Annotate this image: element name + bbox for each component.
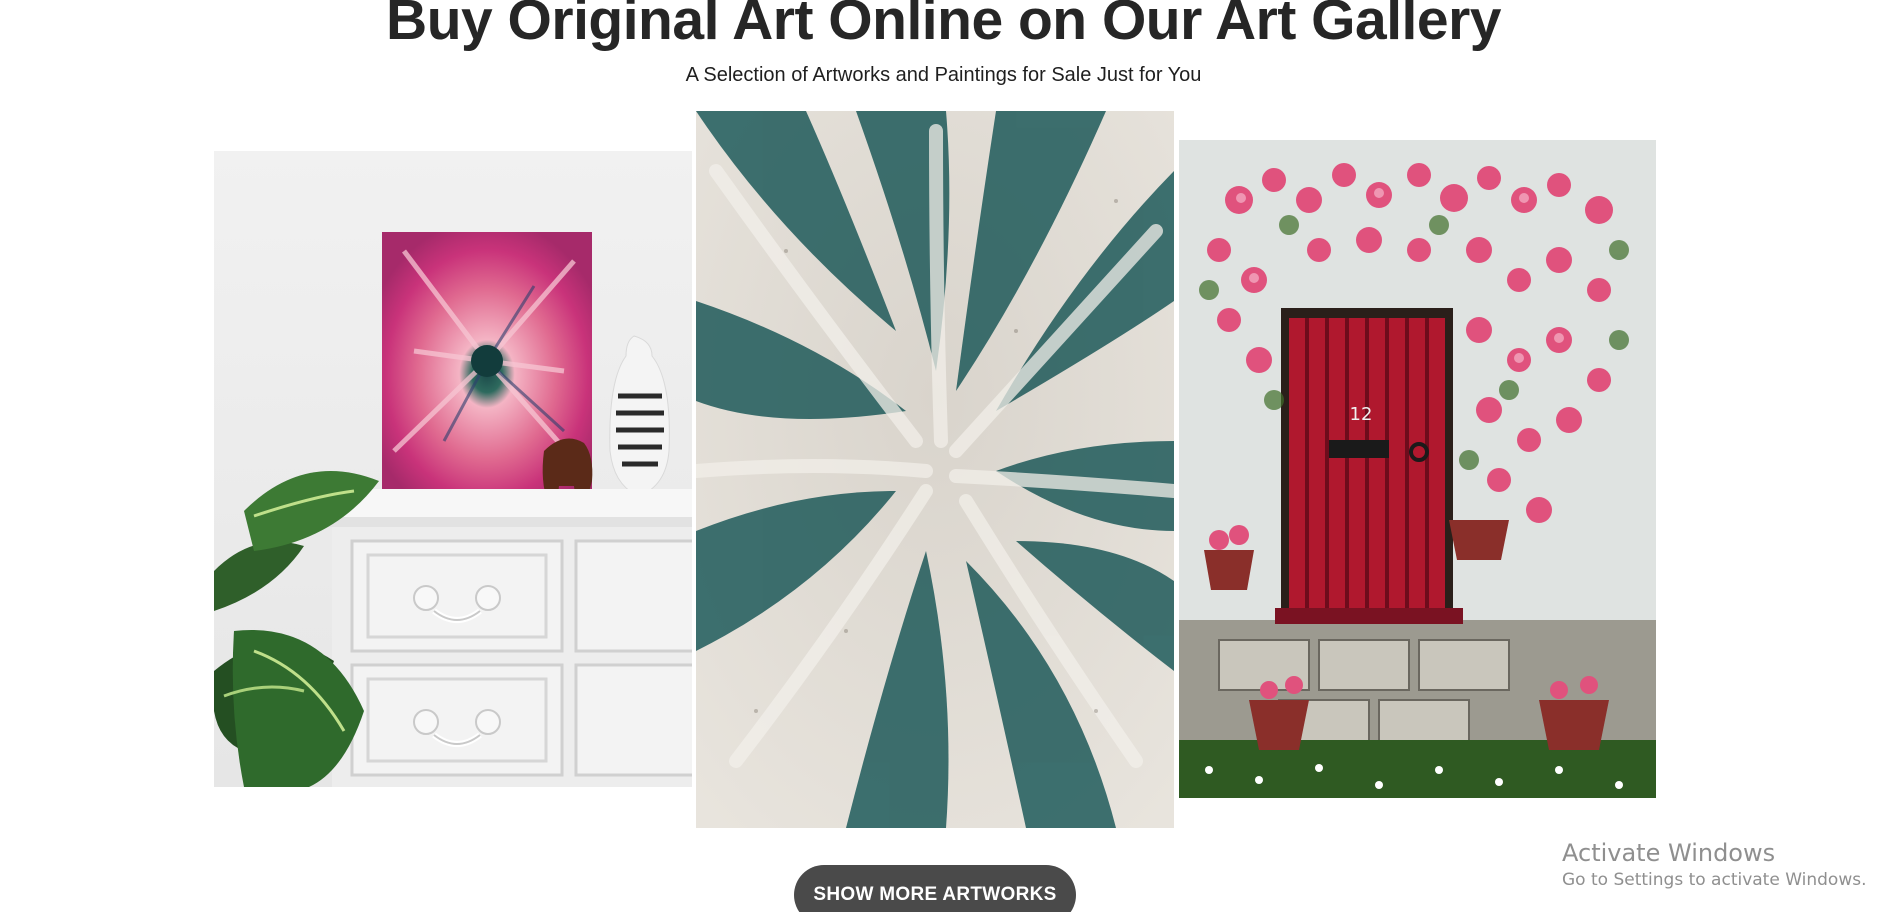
page-title: Buy Original Art Online on Our Art Galle… <box>386 0 1501 52</box>
artwork-image-teal-abstract <box>696 111 1174 828</box>
artwork-card-3[interactable]: 12 <box>1179 140 1656 798</box>
artwork-image-red-door: 12 <box>1179 140 1656 798</box>
show-more-artworks-button[interactable]: SHOW MORE ARTWORKS <box>794 865 1076 912</box>
windows-activation-watermark: Activate Windows Go to Settings to activ… <box>1562 838 1867 892</box>
page: Buy Original Art Online on Our Art Galle… <box>0 0 1887 912</box>
watermark-title: Activate Windows <box>1562 839 1776 867</box>
page-subtitle: A Selection of Artworks and Paintings fo… <box>685 64 1202 86</box>
door-number: 12 <box>1350 404 1373 425</box>
watermark-subtitle: Go to Settings to activate Windows. <box>1562 870 1867 890</box>
artwork-image-pink-flower <box>214 151 692 787</box>
artwork-card-2[interactable] <box>696 111 1174 828</box>
artwork-card-1[interactable] <box>214 151 692 787</box>
